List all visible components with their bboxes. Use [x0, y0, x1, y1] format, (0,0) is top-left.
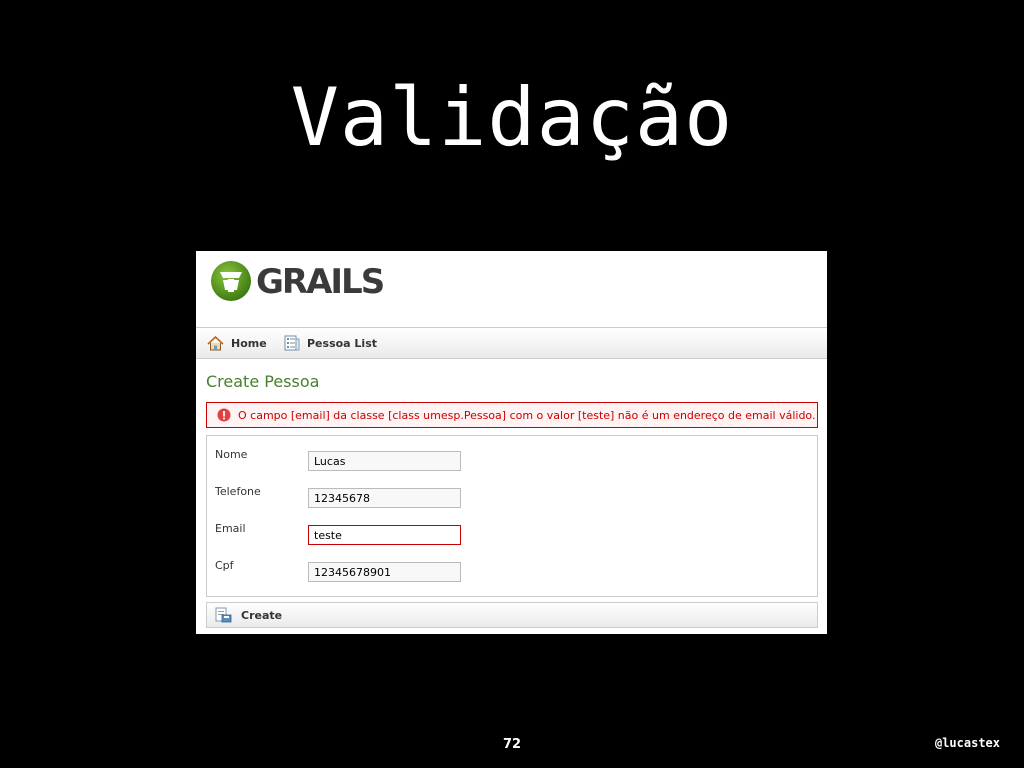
nav-bar: Home Pessoa List: [196, 327, 827, 359]
list-icon: [284, 335, 300, 351]
cpf-label: Cpf: [215, 559, 234, 572]
nav-pessoa-list-label: Pessoa List: [307, 336, 378, 350]
logo-text: GRAILS: [256, 262, 385, 302]
create-form: Nome Telefone Email Cpf: [206, 435, 818, 597]
slide-title: Validação: [290, 71, 734, 164]
app-screenshot: GRAILS Home Pessoa List Create Pessoa O …: [196, 251, 827, 634]
create-button-label: Create: [241, 608, 283, 622]
author-handle: @lucastex: [934, 736, 1000, 750]
telefone-input[interactable]: [308, 488, 461, 508]
home-icon: [207, 335, 224, 350]
button-bar: Create: [206, 602, 818, 628]
nome-label: Nome: [215, 448, 248, 461]
grails-logo-icon: [211, 261, 251, 301]
cpf-input[interactable]: [308, 562, 461, 582]
error-message-box: O campo [email] da classe [class umesp.P…: [206, 402, 818, 428]
slide-page-number: 72: [502, 737, 522, 752]
nome-input[interactable]: [308, 451, 461, 471]
email-label: Email: [215, 522, 246, 535]
page-title: Create Pessoa: [206, 372, 320, 391]
error-icon: [217, 408, 231, 422]
create-icon: [215, 607, 232, 623]
nav-pessoa-list-link[interactable]: Pessoa List: [284, 328, 377, 358]
telefone-label: Telefone: [215, 485, 261, 498]
email-input[interactable]: [308, 525, 461, 545]
nav-home-label: Home: [231, 336, 267, 350]
create-button[interactable]: Create: [215, 606, 282, 624]
nav-home-link[interactable]: Home: [207, 328, 267, 358]
error-message-text: O campo [email] da classe [class umesp.P…: [238, 408, 816, 422]
